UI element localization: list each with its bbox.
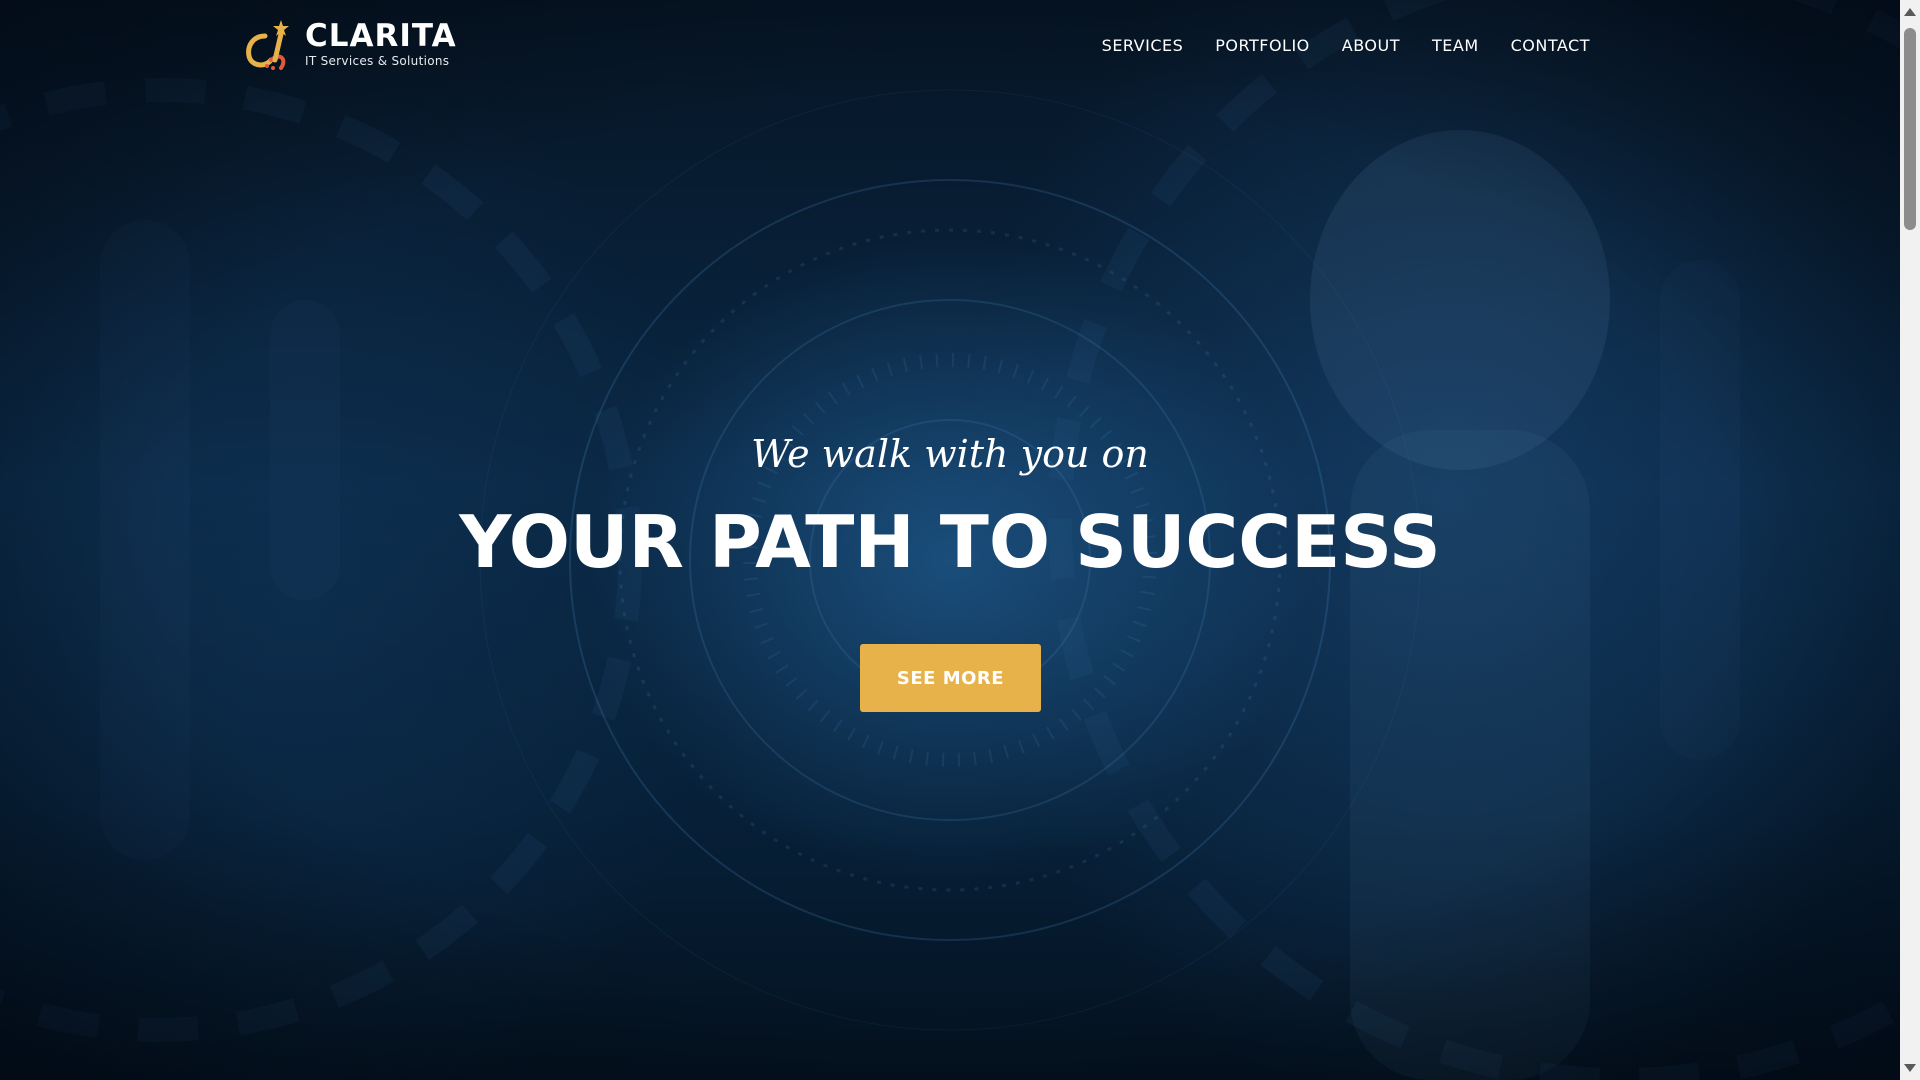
hero-tagline: We walk with you on bbox=[751, 432, 1149, 476]
page: CLARITA IT Services & Solutions SERVICES… bbox=[0, 0, 1920, 1080]
scroll-up-arrow-icon[interactable] bbox=[1904, 8, 1916, 16]
scrollbar-thumb[interactable] bbox=[1904, 28, 1916, 230]
scroll-down-arrow-icon[interactable] bbox=[1904, 1064, 1916, 1072]
hero-section: We walk with you on YOUR PATH TO SUCCESS… bbox=[0, 0, 1900, 1080]
page-scrollbar[interactable] bbox=[1900, 0, 1920, 1080]
see-more-button[interactable]: SEE MORE bbox=[860, 644, 1041, 712]
hero-headline: YOUR PATH TO SUCCESS bbox=[459, 500, 1441, 584]
